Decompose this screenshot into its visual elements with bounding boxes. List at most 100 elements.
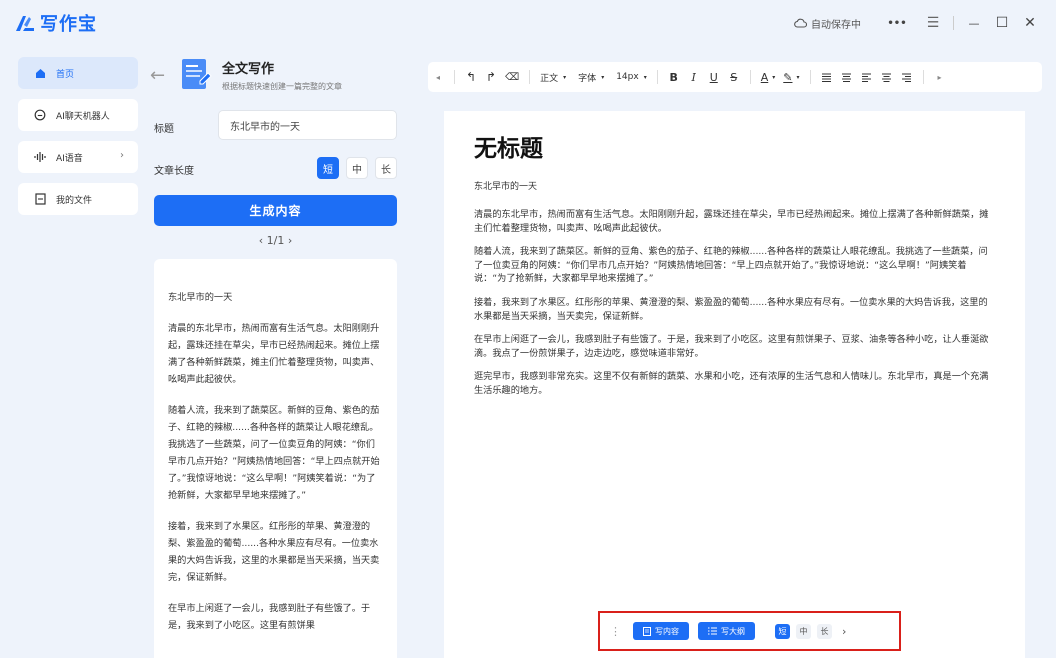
title-input[interactable]: 东北早市的一天 — [218, 110, 397, 140]
chat-icon — [34, 109, 46, 121]
toolbar-scroll-right-icon[interactable]: ▸ — [930, 62, 950, 92]
write-outline-button[interactable]: 写大纲 — [698, 622, 755, 640]
align-justify-icon[interactable] — [817, 62, 837, 92]
app-name: 写作宝 — [40, 14, 97, 35]
result-pager[interactable]: ‹ 1/1 › — [154, 234, 397, 247]
paragraph-style-dropdown[interactable]: 正文 ▾ — [536, 62, 570, 92]
sidebar-item-label: 我的文件 — [56, 195, 93, 206]
sidebar: 首页 AI聊天机器人 AI语音 › 我的文件 — [18, 57, 138, 225]
preview-paragraph: 在早市上闲逛了一会儿，我感到肚子有些饿了。于是，我来到了小吃区。这里有煎饼果 — [168, 603, 371, 631]
writing-panel: ← 全文写作 根据标题快速创建一篇完整的文章 标题 东北早市的一天 文章长度 短… — [150, 50, 400, 658]
cloud-icon — [794, 18, 807, 28]
titlebar-divider — [953, 16, 954, 30]
underline-icon[interactable]: U — [704, 62, 724, 92]
logo-icon — [16, 16, 34, 31]
length-short-button[interactable]: 短 — [317, 157, 339, 179]
floatbar-length-medium[interactable]: 中 — [796, 623, 811, 639]
italic-icon[interactable]: I — [684, 62, 704, 92]
toolbar-divider — [922, 70, 924, 84]
editor-toolbar: ◂ ↰ ↱ ⌫ 正文 ▾ 字体 ▾ 14px ▾ B I U S A ▾ ✎ ▾ ▸ — [428, 62, 1042, 92]
panel-header: ← 全文写作 根据标题快速创建一篇完整的文章 — [150, 50, 400, 100]
preview-paragraph: 东北早市的一天 — [168, 292, 233, 303]
autosave-label: 自动保存中 — [811, 19, 861, 31]
list-icon — [708, 627, 717, 635]
maximize-icon[interactable]: ☐ — [988, 9, 1016, 37]
sidebar-item-label: AI聊天机器人 — [56, 111, 110, 122]
back-arrow-icon[interactable]: ← — [150, 65, 180, 86]
drag-handle-icon[interactable]: ⋮ — [610, 625, 624, 638]
more-icon[interactable]: ••• — [883, 9, 911, 37]
close-icon[interactable]: ✕ — [1016, 9, 1044, 37]
document-paragraph: 随着人流，我来到了蔬菜区。新鲜的豆角、紫色的茄子、红艳的辣椒......各种各样… — [474, 246, 988, 285]
document-paragraph: 接着，我来到了水果区。红彤彤的苹果、黄澄澄的梨、紫盈盈的葡萄......各种水果… — [474, 296, 988, 322]
toolbar-divider — [656, 70, 658, 84]
length-medium-button[interactable]: 中 — [346, 157, 368, 179]
font-family-dropdown[interactable]: 字体 ▾ — [574, 62, 608, 92]
sidebar-item-home[interactable]: 首页 — [18, 57, 138, 89]
length-selector: 短 中 长 — [310, 157, 397, 179]
document-icon — [182, 59, 212, 89]
document-subtitle: 东北早市的一天 — [474, 182, 538, 192]
document-small-icon — [643, 626, 651, 636]
align-distribute-icon[interactable] — [837, 62, 857, 92]
write-outline-label: 写大纲 — [721, 626, 745, 636]
chevron-down-icon: ▾ — [601, 73, 605, 81]
floating-action-bar: ⋮ 写内容 写大纲 短 中 长 › — [598, 611, 901, 651]
file-icon — [34, 193, 46, 205]
title-label: 标题 — [154, 124, 174, 135]
floatbar-length-short[interactable]: 短 — [775, 623, 790, 639]
font-size-label: 14px — [616, 72, 639, 82]
sidebar-item-chatbot[interactable]: AI聊天机器人 — [18, 99, 138, 131]
toolbar-scroll-left-icon[interactable]: ◂ — [428, 62, 448, 92]
chevron-right-icon[interactable]: › — [842, 625, 846, 638]
chevron-right-icon: › — [120, 150, 124, 161]
sidebar-item-label: 首页 — [56, 69, 75, 80]
font-size-dropdown[interactable]: 14px ▾ — [612, 62, 651, 92]
strikethrough-icon[interactable]: S — [724, 62, 744, 92]
editor-document[interactable]: 无标题 东北早市的一天 清晨的东北早市，热闹而富有生活气息。太阳刚刚升起，露珠还… — [444, 111, 1025, 658]
generated-preview[interactable]: 东北早市的一天 清晨的东北早市，热闹而富有生活气息。太阳刚刚升起，露珠还挂在草尖… — [154, 259, 397, 658]
chevron-down-icon: ▾ — [772, 73, 776, 81]
write-content-label: 写内容 — [655, 626, 679, 636]
document-paragraph: 清晨的东北早市，热闹而富有生活气息。太阳刚刚升起，露珠还挂在草尖，早市已经热闹起… — [474, 209, 989, 234]
chevron-down-icon: ▾ — [563, 73, 567, 81]
sidebar-item-label: AI语音 — [56, 153, 83, 164]
menu-icon[interactable]: ☰ — [919, 9, 947, 37]
autosave-status: 自动保存中 — [794, 16, 861, 31]
length-label: 文章长度 — [154, 166, 194, 177]
panel-subtitle: 根据标题快速创建一篇完整的文章 — [222, 82, 342, 91]
undo-icon[interactable]: ↰ — [461, 62, 481, 92]
align-right-icon[interactable] — [897, 62, 917, 92]
paragraph-style-label: 正文 — [540, 73, 559, 84]
floatbar-length-long[interactable]: 长 — [817, 623, 832, 639]
redo-icon[interactable]: ↱ — [481, 62, 501, 92]
panel-title: 全文写作 — [222, 62, 275, 77]
home-icon — [34, 67, 46, 79]
minimize-icon[interactable]: — — [960, 9, 988, 37]
font-color-icon: A — [760, 70, 769, 84]
toolbar-divider — [749, 70, 751, 84]
sidebar-item-my-files[interactable]: 我的文件 — [18, 183, 138, 215]
write-content-button[interactable]: 写内容 — [633, 622, 689, 640]
highlight-icon: ✎ — [783, 70, 793, 84]
font-family-label: 字体 — [578, 73, 597, 84]
length-long-button[interactable]: 长 — [375, 157, 397, 179]
preview-paragraph: 清晨的东北早市，热闹而富有生活气息。太阳刚刚升起，露珠还挂在草尖，早市已经热闹起… — [168, 323, 380, 385]
align-center-icon[interactable] — [877, 62, 897, 92]
clear-format-icon[interactable]: ⌫ — [501, 62, 523, 92]
toolbar-divider — [809, 70, 811, 84]
align-left-icon[interactable] — [857, 62, 877, 92]
highlight-dropdown[interactable]: ✎ ▾ — [779, 62, 803, 92]
voice-wave-icon — [34, 151, 46, 163]
toolbar-divider — [454, 70, 455, 84]
document-title[interactable]: 无标题 — [474, 129, 995, 163]
preview-paragraph: 接着，我来到了水果区。红彤彤的苹果、黄澄澄的梨、紫盈盈的葡萄......各种水果… — [168, 521, 380, 583]
generate-button[interactable]: 生成内容 — [154, 195, 397, 226]
title-bar: 写作宝 自动保存中 ••• ☰ — ☐ ✕ — [0, 0, 1056, 46]
chevron-down-icon: ▾ — [643, 73, 647, 81]
chevron-down-icon: ▾ — [796, 73, 800, 81]
bold-icon[interactable]: B — [664, 62, 684, 92]
sidebar-item-voice[interactable]: AI语音 › — [18, 141, 138, 173]
font-color-dropdown[interactable]: A ▾ — [757, 62, 780, 92]
app-logo: 写作宝 — [14, 10, 97, 36]
